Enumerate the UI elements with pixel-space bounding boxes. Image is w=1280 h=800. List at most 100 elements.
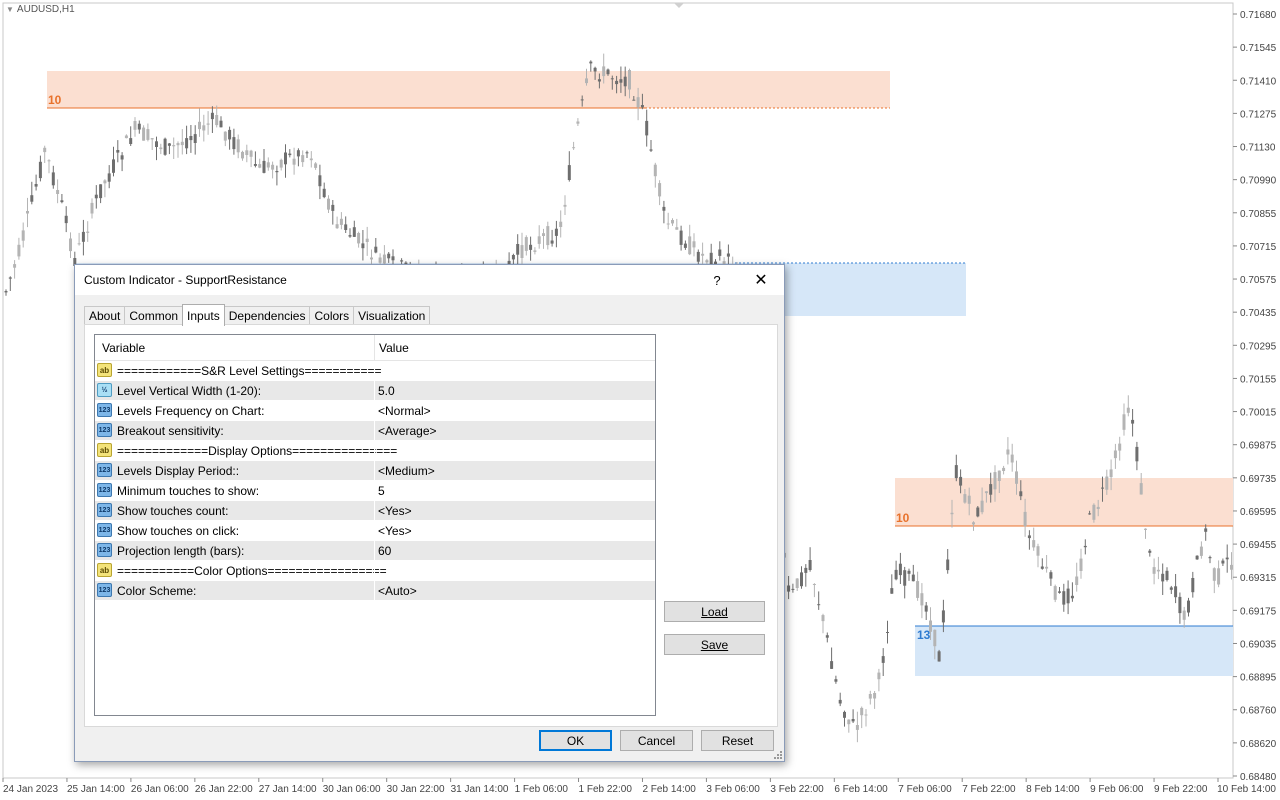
candle-body <box>933 629 937 647</box>
input-row[interactable]: ab ===========Color Options==============… <box>95 561 655 581</box>
candle-body <box>989 484 993 495</box>
candle-body <box>1023 511 1027 527</box>
candle-body <box>881 656 885 663</box>
input-row[interactable]: 123 Show touches count: <Yes> <box>95 501 655 521</box>
input-value-cell[interactable]: 60 <box>378 544 391 558</box>
candle-body <box>30 195 34 202</box>
candle-body <box>305 152 309 154</box>
input-row[interactable]: ab =============Display Options==========… <box>95 441 655 461</box>
time-axis-label: 1 Feb 06:00 <box>515 784 569 795</box>
column-separator[interactable] <box>374 335 375 360</box>
candle-body <box>1049 572 1053 579</box>
input-row[interactable]: 123 Breakout sensitivity: <Average> <box>95 421 655 441</box>
candle-body <box>1058 591 1061 593</box>
candle-body <box>210 112 214 120</box>
price-axis-label: 0.70295 <box>1240 341 1277 352</box>
candle-body <box>357 233 361 244</box>
candle-body <box>640 105 644 108</box>
candle-body <box>830 661 834 669</box>
price-axis-label: 0.70155 <box>1240 374 1277 385</box>
zone-touch-count-label[interactable]: 10 <box>48 93 62 107</box>
column-header-variable[interactable]: Variable <box>102 341 145 355</box>
price-axis-label: 0.70990 <box>1240 176 1277 187</box>
dialog-titlebar[interactable]: Custom Indicator - SupportResistance ? ✕ <box>75 265 784 295</box>
ok-button[interactable]: OK <box>539 730 612 751</box>
load-button[interactable]: Load <box>664 601 765 622</box>
reset-button[interactable]: Reset <box>701 730 774 751</box>
column-header-value[interactable]: Value <box>379 341 409 355</box>
candle-body <box>795 578 799 588</box>
tab-common[interactable]: Common <box>124 306 184 325</box>
input-row[interactable]: 123 Minimum touches to show: 5 <box>95 481 655 501</box>
candle-body <box>567 165 571 180</box>
price-axis-label: 0.70855 <box>1240 209 1277 220</box>
row-separator <box>374 441 375 460</box>
candle-body <box>843 711 846 718</box>
candle-body <box>202 125 206 131</box>
candle-body <box>120 155 124 160</box>
candle-body <box>374 246 378 253</box>
candle-body <box>232 137 236 150</box>
candle-body <box>1045 566 1049 569</box>
time-axis-label: 6 Feb 14:00 <box>834 784 888 795</box>
candle-body <box>378 257 382 263</box>
save-button[interactable]: Save <box>664 634 765 655</box>
resistance-zone-upper <box>47 71 890 108</box>
zone-touch-count-label[interactable]: 10 <box>896 511 910 525</box>
input-variable-name: Show touches count: <box>117 504 229 518</box>
input-value-cell[interactable]: <Auto> <box>378 584 417 598</box>
candle-body <box>580 99 584 101</box>
candle-body <box>301 155 305 163</box>
time-axis-label: 8 Feb 14:00 <box>1026 784 1080 795</box>
input-row[interactable]: ½ Level Vertical Width (1-20): 5.0 <box>95 381 655 401</box>
candle-body <box>1169 587 1173 590</box>
candle-body <box>1015 471 1018 484</box>
input-variable-name: Level Vertical Width (1-20): <box>117 384 262 398</box>
tab-colors[interactable]: Colors <box>309 306 355 325</box>
candle-body <box>1152 567 1156 574</box>
input-row[interactable]: 123 Color Scheme: <Auto> <box>95 581 655 601</box>
inputs-grid[interactable]: Variable Value ab ============S&R Level S… <box>94 334 656 716</box>
input-row[interactable]: 123 Show touches on click: <Yes> <box>95 521 655 541</box>
candle-body <box>645 120 649 136</box>
input-value-cell[interactable]: <Medium> <box>378 464 435 478</box>
integer-type-icon: 123 <box>97 483 112 497</box>
input-value-cell[interactable]: <Yes> <box>378 524 412 538</box>
candle-body <box>993 472 997 490</box>
resize-grip-icon[interactable] <box>772 749 782 759</box>
candle-body <box>653 164 657 177</box>
zone-touch-count-label[interactable]: 13 <box>917 628 931 642</box>
input-row[interactable]: 123 Levels Frequency on Chart: <Normal> <box>95 401 655 421</box>
chart-scroll-marker-icon[interactable] <box>674 3 684 8</box>
help-button[interactable]: ? <box>699 265 735 295</box>
candle-body <box>903 570 907 586</box>
input-row[interactable]: 123 Levels Display Period:: <Medium> <box>95 461 655 481</box>
candle-body <box>167 143 171 146</box>
input-value-cell[interactable]: <Average> <box>378 424 437 438</box>
input-row[interactable]: ab ============S&R Level Settings========… <box>95 361 655 381</box>
row-separator <box>374 561 375 580</box>
candle-body <box>542 233 545 236</box>
dropdown-triangle-icon[interactable]: ▼ <box>6 5 14 14</box>
input-row[interactable]: 123 Projection length (bars): 60 <box>95 541 655 561</box>
row-separator <box>374 541 375 560</box>
candle-body <box>671 220 674 224</box>
input-value-cell[interactable]: 5.0 <box>378 384 395 398</box>
candle-body <box>387 253 391 259</box>
candle-body <box>17 244 21 257</box>
candle-body <box>77 243 81 245</box>
tab-about[interactable]: About <box>84 306 126 325</box>
input-value-cell[interactable]: <Normal> <box>378 404 431 418</box>
candle-body <box>941 610 945 623</box>
candle-body <box>550 240 554 244</box>
input-value-cell[interactable]: 5 <box>378 484 385 498</box>
close-icon[interactable]: ✕ <box>743 265 779 295</box>
input-value-cell[interactable]: <Yes> <box>378 504 412 518</box>
candle-body <box>559 221 563 227</box>
candle-body <box>963 494 967 503</box>
tab-visualization[interactable]: Visualization <box>353 306 431 325</box>
tab-inputs[interactable]: Inputs <box>182 304 225 326</box>
tab-dependencies[interactable]: Dependencies <box>223 306 311 325</box>
cancel-button[interactable]: Cancel <box>620 730 693 751</box>
candle-body <box>546 226 550 246</box>
